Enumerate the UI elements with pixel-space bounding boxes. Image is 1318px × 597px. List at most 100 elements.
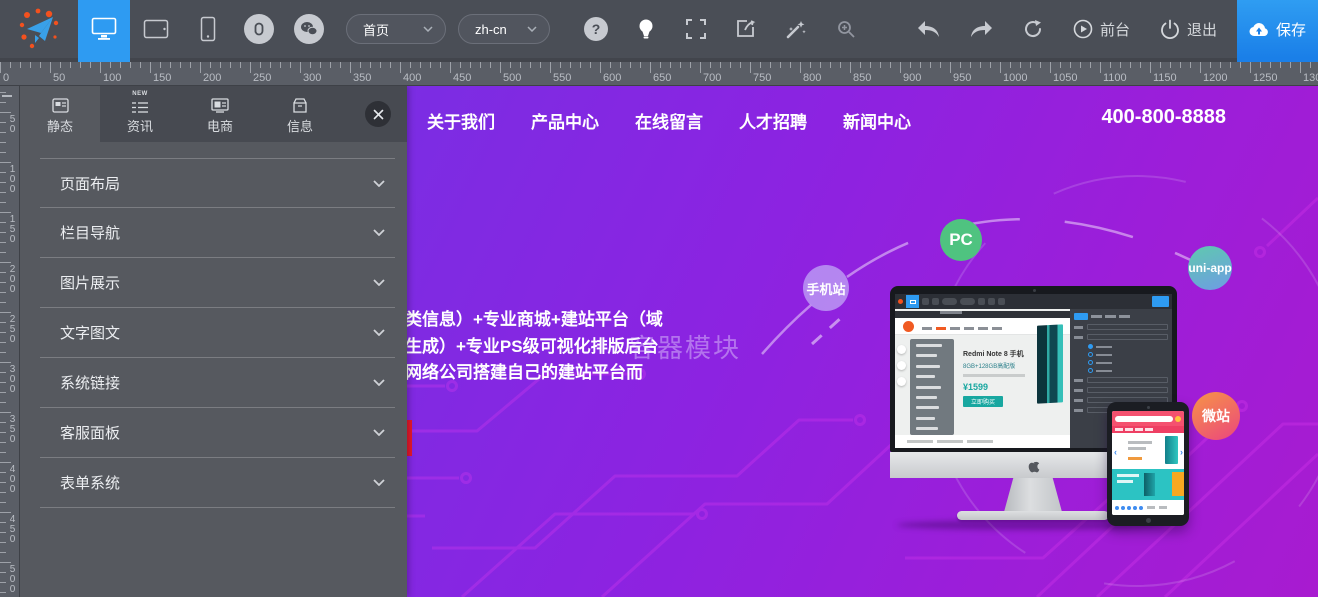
ruler-tick <box>0 132 6 133</box>
ruler-label: 250 <box>253 72 271 84</box>
ruler-tick <box>0 472 6 473</box>
ruler-tick <box>0 242 6 243</box>
nav-item-message[interactable]: 在线留言 <box>635 108 703 133</box>
ruler-tick <box>1170 62 1171 68</box>
ruler-label: 400 <box>403 72 421 84</box>
ruler-tick <box>0 202 6 203</box>
section-text-graphic[interactable]: 文字图文 <box>40 308 395 358</box>
ruler-tick <box>70 62 71 68</box>
ruler-tick <box>650 62 651 73</box>
magic-wand-button[interactable] <box>784 17 808 41</box>
info-tab-icon <box>292 93 308 113</box>
front-site-button[interactable]: 前台 <box>1073 19 1130 40</box>
ruler-label: 1300 <box>1303 72 1318 84</box>
bubble-mobile-site: 手机站 <box>803 265 849 311</box>
nav-item-about[interactable]: 关于我们 <box>427 108 495 133</box>
ruler-tick <box>160 62 161 68</box>
nav-item-products[interactable]: 产品中心 <box>531 108 599 133</box>
active-device-indicator <box>78 58 130 62</box>
nav-item-news[interactable]: 新闻中心 <box>843 108 911 133</box>
ruler-tick <box>1280 62 1281 68</box>
section-image-display[interactable]: 图片展示 <box>40 258 395 308</box>
import-template-button[interactable] <box>734 17 758 41</box>
ruler-tick <box>550 62 551 73</box>
ruler-tick <box>0 322 6 323</box>
device-phone-button[interactable] <box>182 0 234 58</box>
ruler-tick <box>970 62 971 68</box>
ruler-tick <box>330 62 331 68</box>
toolbar-bottom-strip <box>0 58 1318 62</box>
section-form-system[interactable]: 表单系统 <box>40 458 395 508</box>
page-dropdown[interactable]: 首页 <box>346 14 446 44</box>
hero-line: 类信息）+专业商城+建站平台（域 <box>407 307 663 334</box>
ruler-label: 50 <box>7 114 18 134</box>
bubble-uni-app: uni-app <box>1188 246 1232 290</box>
ruler-tick <box>230 62 231 68</box>
refresh-button[interactable] <box>1021 17 1045 41</box>
wechat-button[interactable] <box>294 14 324 44</box>
container-module-watermark: 容器模块 <box>629 328 741 365</box>
ecommerce-tab-icon <box>211 93 229 113</box>
ruler-tick <box>1030 62 1031 68</box>
tab-info[interactable]: 信息 <box>260 86 340 142</box>
ruler-tick <box>690 62 691 68</box>
section-service-panel[interactable]: 客服面板 <box>40 408 395 458</box>
ruler-tick <box>0 512 11 513</box>
section-system-links[interactable]: 系统链接 <box>40 358 395 408</box>
ruler-tick <box>1210 62 1211 68</box>
redo-button[interactable] <box>969 17 993 41</box>
save-button[interactable]: 保存 <box>1237 0 1318 58</box>
ruler-tick <box>510 62 511 68</box>
app-logo[interactable] <box>0 0 78 58</box>
ruler-label: 500 <box>503 72 521 84</box>
vertical-ruler[interactable]: 50100150200250300350400450500 <box>0 86 20 597</box>
ruler-label: 1200 <box>1203 72 1227 84</box>
exit-button[interactable]: 退出 <box>1160 19 1217 40</box>
ruler-guide-handle[interactable] <box>2 95 12 97</box>
ruler-tick <box>0 462 11 463</box>
section-column-nav[interactable]: 栏目导航 <box>40 208 395 258</box>
redo-icon <box>969 20 993 38</box>
seo-search-button[interactable] <box>834 17 858 41</box>
miniprogram-button[interactable] <box>244 14 274 44</box>
ruler-tick <box>1050 62 1051 73</box>
monitor-camera-dot <box>1033 289 1036 292</box>
fullscreen-button[interactable] <box>684 17 708 41</box>
help-button[interactable]: ? <box>584 17 608 41</box>
panel-tab-bar: 静态 NEW 资讯 电商 信息 <box>20 86 407 142</box>
ruler-tick <box>60 62 61 68</box>
chevron-down-icon <box>373 429 385 436</box>
nav-item-careers[interactable]: 人才招聘 <box>739 108 807 133</box>
tab-static[interactable]: 静态 <box>20 86 100 142</box>
ruler-tick <box>0 522 6 523</box>
device-tablet-button[interactable] <box>130 0 182 58</box>
language-dropdown-value: zh-cn <box>475 22 507 37</box>
horizontal-ruler[interactable]: 0501001502002503003504004505005506006507… <box>0 62 1318 86</box>
panel-close-button[interactable] <box>365 101 391 127</box>
undo-button[interactable] <box>917 17 941 41</box>
ruler-tick <box>1080 62 1081 68</box>
ruler-tick <box>800 62 801 73</box>
monitor-stand-base <box>957 511 1109 520</box>
section-page-layout[interactable]: 页面布局 <box>40 158 395 208</box>
tab-news[interactable]: NEW 资讯 <box>100 86 180 142</box>
ruler-tick <box>50 62 51 73</box>
ruler-tick <box>0 392 6 393</box>
ruler-tick <box>930 62 931 68</box>
ruler-tick <box>710 62 711 68</box>
chevron-down-icon <box>527 26 537 32</box>
device-desktop-button[interactable] <box>78 0 130 58</box>
clipped-red-button[interactable] <box>407 420 412 456</box>
ruler-tick <box>0 582 6 583</box>
ruler-tick <box>1310 62 1311 68</box>
mini-product-image <box>1037 324 1063 403</box>
phone-icon <box>200 16 216 42</box>
page-canvas[interactable]: 关于我们 产品中心 在线留言 人才招聘 新闻中心 400-800-8888 类信… <box>407 86 1318 597</box>
tips-button[interactable] <box>634 17 658 41</box>
ruler-tick <box>1130 62 1131 68</box>
ruler-tick <box>130 62 131 68</box>
tab-ecommerce[interactable]: 电商 <box>180 86 260 142</box>
language-dropdown[interactable]: zh-cn <box>458 14 550 44</box>
ruler-label: 1100 <box>1103 72 1127 84</box>
ruler-tick <box>530 62 531 68</box>
